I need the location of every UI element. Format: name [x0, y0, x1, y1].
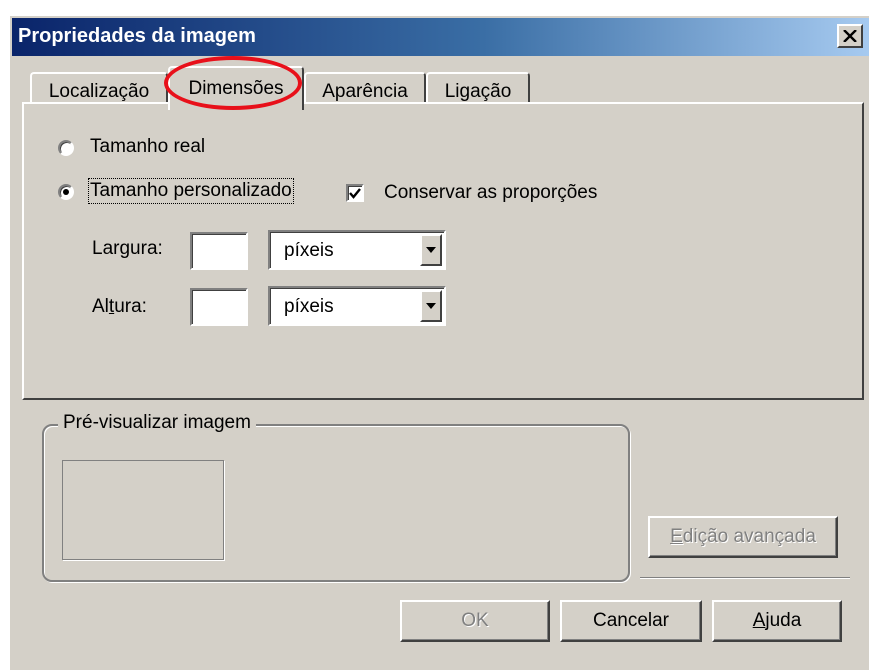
close-icon	[843, 30, 857, 42]
tab-dimensions-label: Dimensões	[188, 78, 284, 99]
height-unit-select[interactable]: píxeis	[268, 286, 446, 326]
width-label: Largura:	[92, 238, 163, 259]
radio-selected-dot	[63, 189, 69, 195]
help-button[interactable]: Ajuda	[712, 600, 842, 642]
height-input[interactable]	[190, 288, 248, 326]
tab-appearance-label: Aparência	[322, 81, 408, 102]
real-size-radio[interactable]	[58, 140, 74, 156]
preview-legend: Pré-visualizar imagem	[58, 412, 256, 434]
separator-line	[640, 577, 850, 579]
close-button[interactable]	[837, 24, 863, 48]
height-label: Altura:	[92, 296, 147, 317]
tab-dimensions[interactable]: Dimensões	[168, 66, 304, 110]
custom-size-label: Tamanho personalizado	[88, 178, 294, 204]
ok-button[interactable]: OK	[400, 600, 550, 642]
keep-proportions-checkbox[interactable]	[346, 184, 364, 202]
chevron-down-icon	[426, 247, 436, 253]
width-unit-select[interactable]: píxeis	[268, 230, 446, 270]
height-unit-value: píxeis	[284, 296, 334, 317]
tab-link-label: Ligação	[444, 81, 512, 102]
custom-size-radio[interactable]	[58, 184, 74, 200]
image-preview-area	[62, 460, 224, 560]
cancel-button[interactable]: Cancelar	[560, 600, 702, 642]
keep-proportions-label: Conservar as proporções	[384, 182, 598, 203]
width-unit-dropdown-button[interactable]	[420, 234, 442, 266]
real-size-label: Tamanho real	[90, 136, 206, 157]
chevron-down-icon	[426, 303, 436, 309]
width-unit-value: píxeis	[284, 240, 334, 261]
dialog-title: Propriedades da imagem	[18, 25, 256, 47]
tab-location-label: Localização	[48, 81, 150, 102]
advanced-edit-button[interactable]: Edição avançada	[648, 516, 838, 558]
title-bar: Propriedades da imagem	[12, 18, 869, 56]
width-input[interactable]	[190, 232, 248, 270]
height-unit-dropdown-button[interactable]	[420, 290, 442, 322]
check-icon	[349, 187, 361, 199]
